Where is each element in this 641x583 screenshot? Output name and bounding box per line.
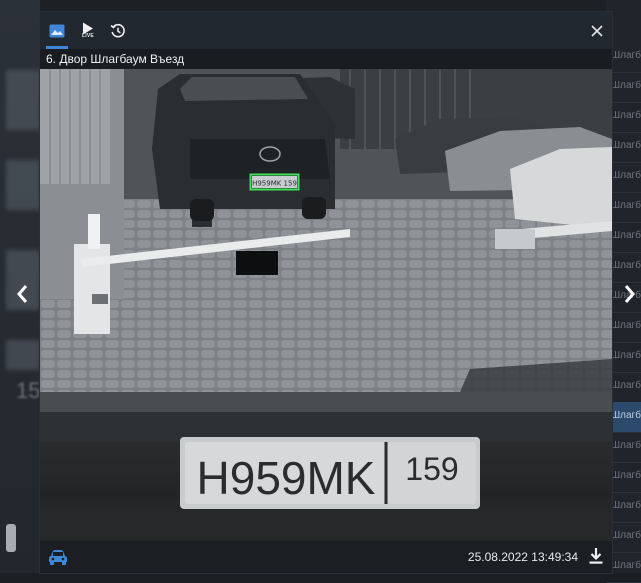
history-icon [110, 23, 125, 38]
background-event-label: Шлагбаум [611, 530, 641, 541]
background-event-label: Шлагбаум [611, 200, 641, 211]
background-event-label: Шлагбаум [611, 110, 641, 121]
background-event-label: Шлагбаум [611, 320, 641, 331]
background-thumbnail [6, 70, 40, 130]
next-event-button[interactable] [620, 279, 640, 309]
background-plate-fragment: 15 [16, 378, 41, 403]
tab-live[interactable]: LIVE [74, 12, 102, 49]
event-viewer-modal: LIVE 6. Двор Шлагбаум Въезд H959MK 159 H… [40, 12, 612, 573]
background-event-label: Шлагбаум [611, 560, 641, 571]
plate-crop-image: H959MK 159 [40, 392, 612, 541]
background-event-label: Шлагбаум [611, 260, 641, 271]
background-event-label: Шлагбаум [611, 380, 641, 391]
event-timestamp: 25.08.2022 13:49:34 [467, 550, 578, 564]
background-event-label: Шлагбаум [611, 50, 641, 61]
camera-title: 6. Двор Шлагбаум Въезд [46, 52, 185, 66]
svg-text:H959MK 159: H959MK 159 [252, 180, 297, 188]
close-icon [590, 24, 603, 37]
background-thumbnail [6, 340, 40, 370]
camera-snapshot: H959MK 159 [40, 69, 612, 392]
scroll-handle[interactable] [6, 524, 16, 552]
chevron-left-icon [17, 285, 28, 303]
image-icon [49, 24, 65, 37]
tab-image[interactable] [40, 12, 74, 49]
snapshot-image: H959MK 159 [40, 69, 612, 392]
background-event-label: Шлагбаум [611, 230, 641, 241]
background-event-label: Шлагбаум [611, 470, 641, 481]
plate-crop-svg: H959MK 159 [40, 392, 612, 541]
background-event-label: Шлагбаум [611, 500, 641, 511]
active-tab-indicator [46, 46, 68, 49]
modal-titlebar: LIVE [40, 12, 612, 49]
tab-history[interactable] [104, 12, 132, 49]
plate-main-text: H959MK [197, 452, 376, 504]
chevron-right-icon [624, 285, 635, 303]
background-event-label: Шлагбаум [611, 410, 641, 421]
close-button[interactable] [581, 12, 612, 49]
background-thumbnail [6, 160, 40, 210]
previous-event-button[interactable] [9, 279, 35, 309]
background-event-label: Шлагбаум [611, 140, 641, 151]
background-event-label: Шлагбаум [611, 440, 641, 451]
background-event-label: Шлагбаум [611, 170, 641, 181]
plate-region-text: 159 [405, 451, 458, 487]
modal-footer: 25.08.2022 13:49:34 [40, 541, 612, 573]
background-event-label: Шлагбаум [611, 80, 641, 91]
car-icon [48, 549, 68, 570]
background-event-label: Шлагбаум [611, 350, 641, 361]
live-label: LIVE [82, 33, 94, 39]
download-icon [589, 548, 603, 564]
download-button[interactable] [588, 547, 604, 570]
